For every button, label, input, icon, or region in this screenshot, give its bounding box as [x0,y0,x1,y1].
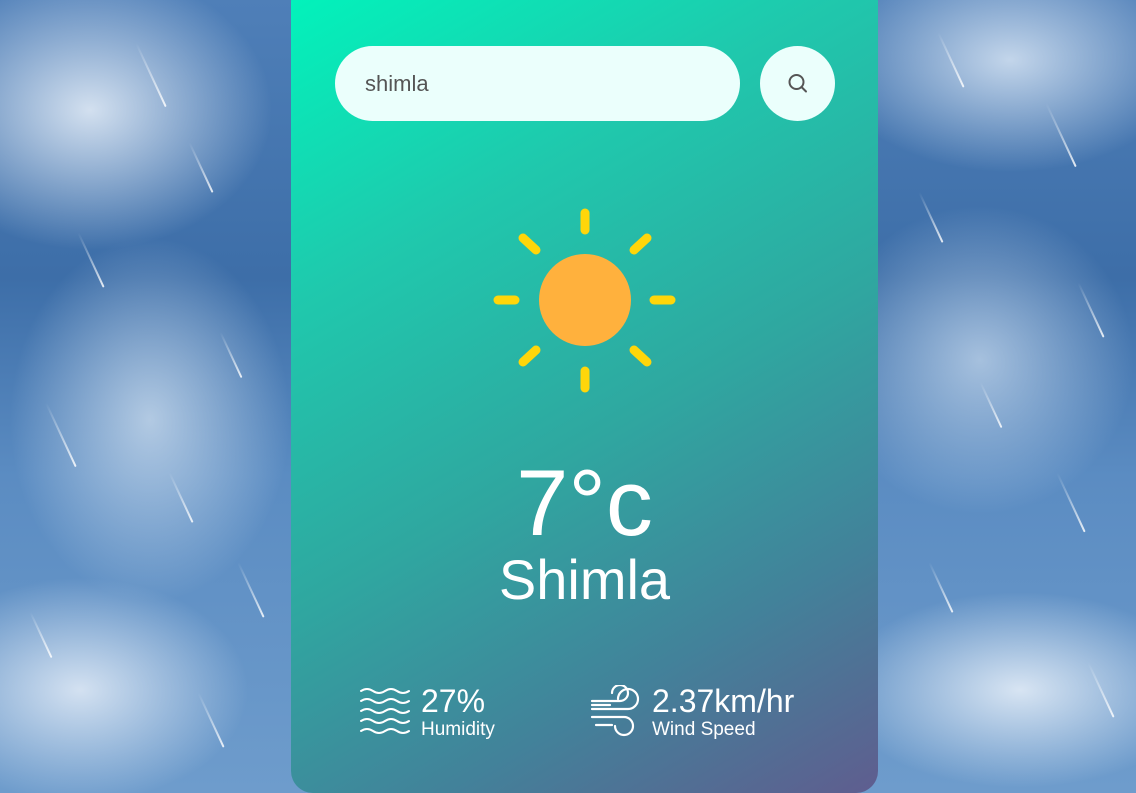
search-icon [788,73,807,92]
wind-text: 2.37km/hr Wind Speed [652,683,794,741]
rain-streak [197,692,225,748]
humidity-value: 27% [421,683,486,719]
city-search-input[interactable] [365,46,715,121]
wind-detail: 2.37km/hr Wind Speed [590,683,794,745]
rain-streak [29,611,53,659]
search-button[interactable] [760,46,835,121]
city-name: Shimla [498,548,671,611]
rain-streak [1056,472,1086,533]
wind-icon [590,685,640,737]
rain-streak [937,32,965,88]
humidity-icon [360,688,410,734]
wind-speed-value: 2.37km/hr [652,683,795,719]
rain-streak [45,402,77,468]
rain-streak [1087,662,1115,718]
temperature-value: 7°c [516,450,653,555]
rain-streak [219,331,243,379]
sun-icon [493,208,676,393]
rain-streak [77,232,105,288]
rain-streak [979,381,1003,429]
humidity-label: Humidity [421,719,495,740]
rain-streak [135,42,167,108]
rain-streak [237,562,265,618]
rain-streak [188,142,214,193]
rain-streak [168,472,194,523]
rain-streak [1045,102,1077,168]
search-bar [335,46,740,121]
rain-streak [918,192,944,243]
rain-streak [1077,282,1105,338]
humidity-text: 27% Humidity [421,683,495,741]
wind-speed-label: Wind Speed [652,719,756,740]
humidity-detail: 27% Humidity [359,683,495,745]
rain-streak [928,562,954,613]
